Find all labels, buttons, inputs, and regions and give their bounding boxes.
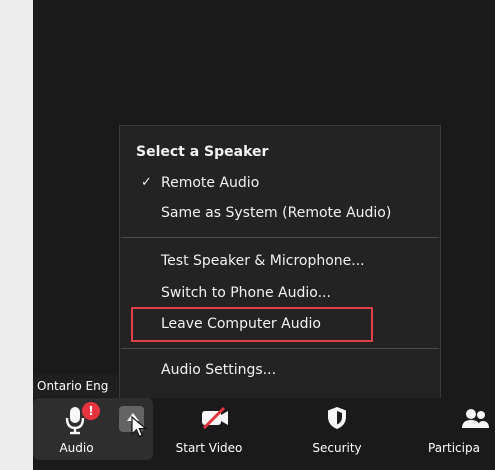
menu-item-leave-computer-audio[interactable]: Leave Computer Audio [120, 312, 440, 336]
menu-item-remote-audio[interactable]: ✓ Remote Audio [120, 171, 440, 195]
participants-label: Participa [428, 441, 480, 455]
menu-item-audio-settings[interactable]: Audio Settings... [120, 358, 440, 382]
menu-item-label: Same as System (Remote Audio) [161, 205, 392, 221]
menu-item-label: Leave Computer Audio [161, 316, 321, 332]
participants-icon [462, 409, 489, 428]
audio-options-menu: Select a Speaker ✓ Remote Audio Same as … [119, 125, 441, 399]
meeting-toolbar: ! Audio Start Video Security Participa [33, 398, 495, 470]
mouse-pointer-icon [131, 416, 148, 438]
menu-item-label: Test Speaker & Microphone... [161, 253, 365, 269]
shield-icon [328, 407, 346, 429]
menu-item-test-speaker-microphone[interactable]: Test Speaker & Microphone... [120, 249, 440, 273]
audio-warning-badge: ! [82, 402, 100, 420]
menu-divider [121, 237, 439, 238]
menu-item-label: Switch to Phone Audio... [161, 285, 331, 301]
menu-item-label: Remote Audio [161, 175, 260, 191]
menu-item-switch-phone-audio[interactable]: Switch to Phone Audio... [120, 281, 440, 305]
menu-item-label: Audio Settings... [161, 362, 277, 378]
start-video-label: Start Video [175, 441, 243, 455]
security-button[interactable]: Security [293, 398, 381, 458]
audio-button[interactable]: ! Audio [33, 398, 120, 460]
select-speaker-heading: Select a Speaker [136, 144, 269, 160]
start-video-button[interactable]: Start Video [165, 398, 253, 458]
participant-name-tag: Ontario Eng [33, 375, 118, 397]
menu-divider [121, 348, 439, 349]
participants-button[interactable]: Participa [421, 398, 495, 458]
audio-control-group: ! Audio [33, 398, 153, 460]
video-camera-off-icon [202, 406, 228, 430]
menu-item-same-as-system[interactable]: Same as System (Remote Audio) [120, 201, 440, 225]
audio-label: Audio [59, 441, 94, 455]
security-label: Security [312, 441, 362, 455]
check-icon: ✓ [141, 175, 152, 190]
